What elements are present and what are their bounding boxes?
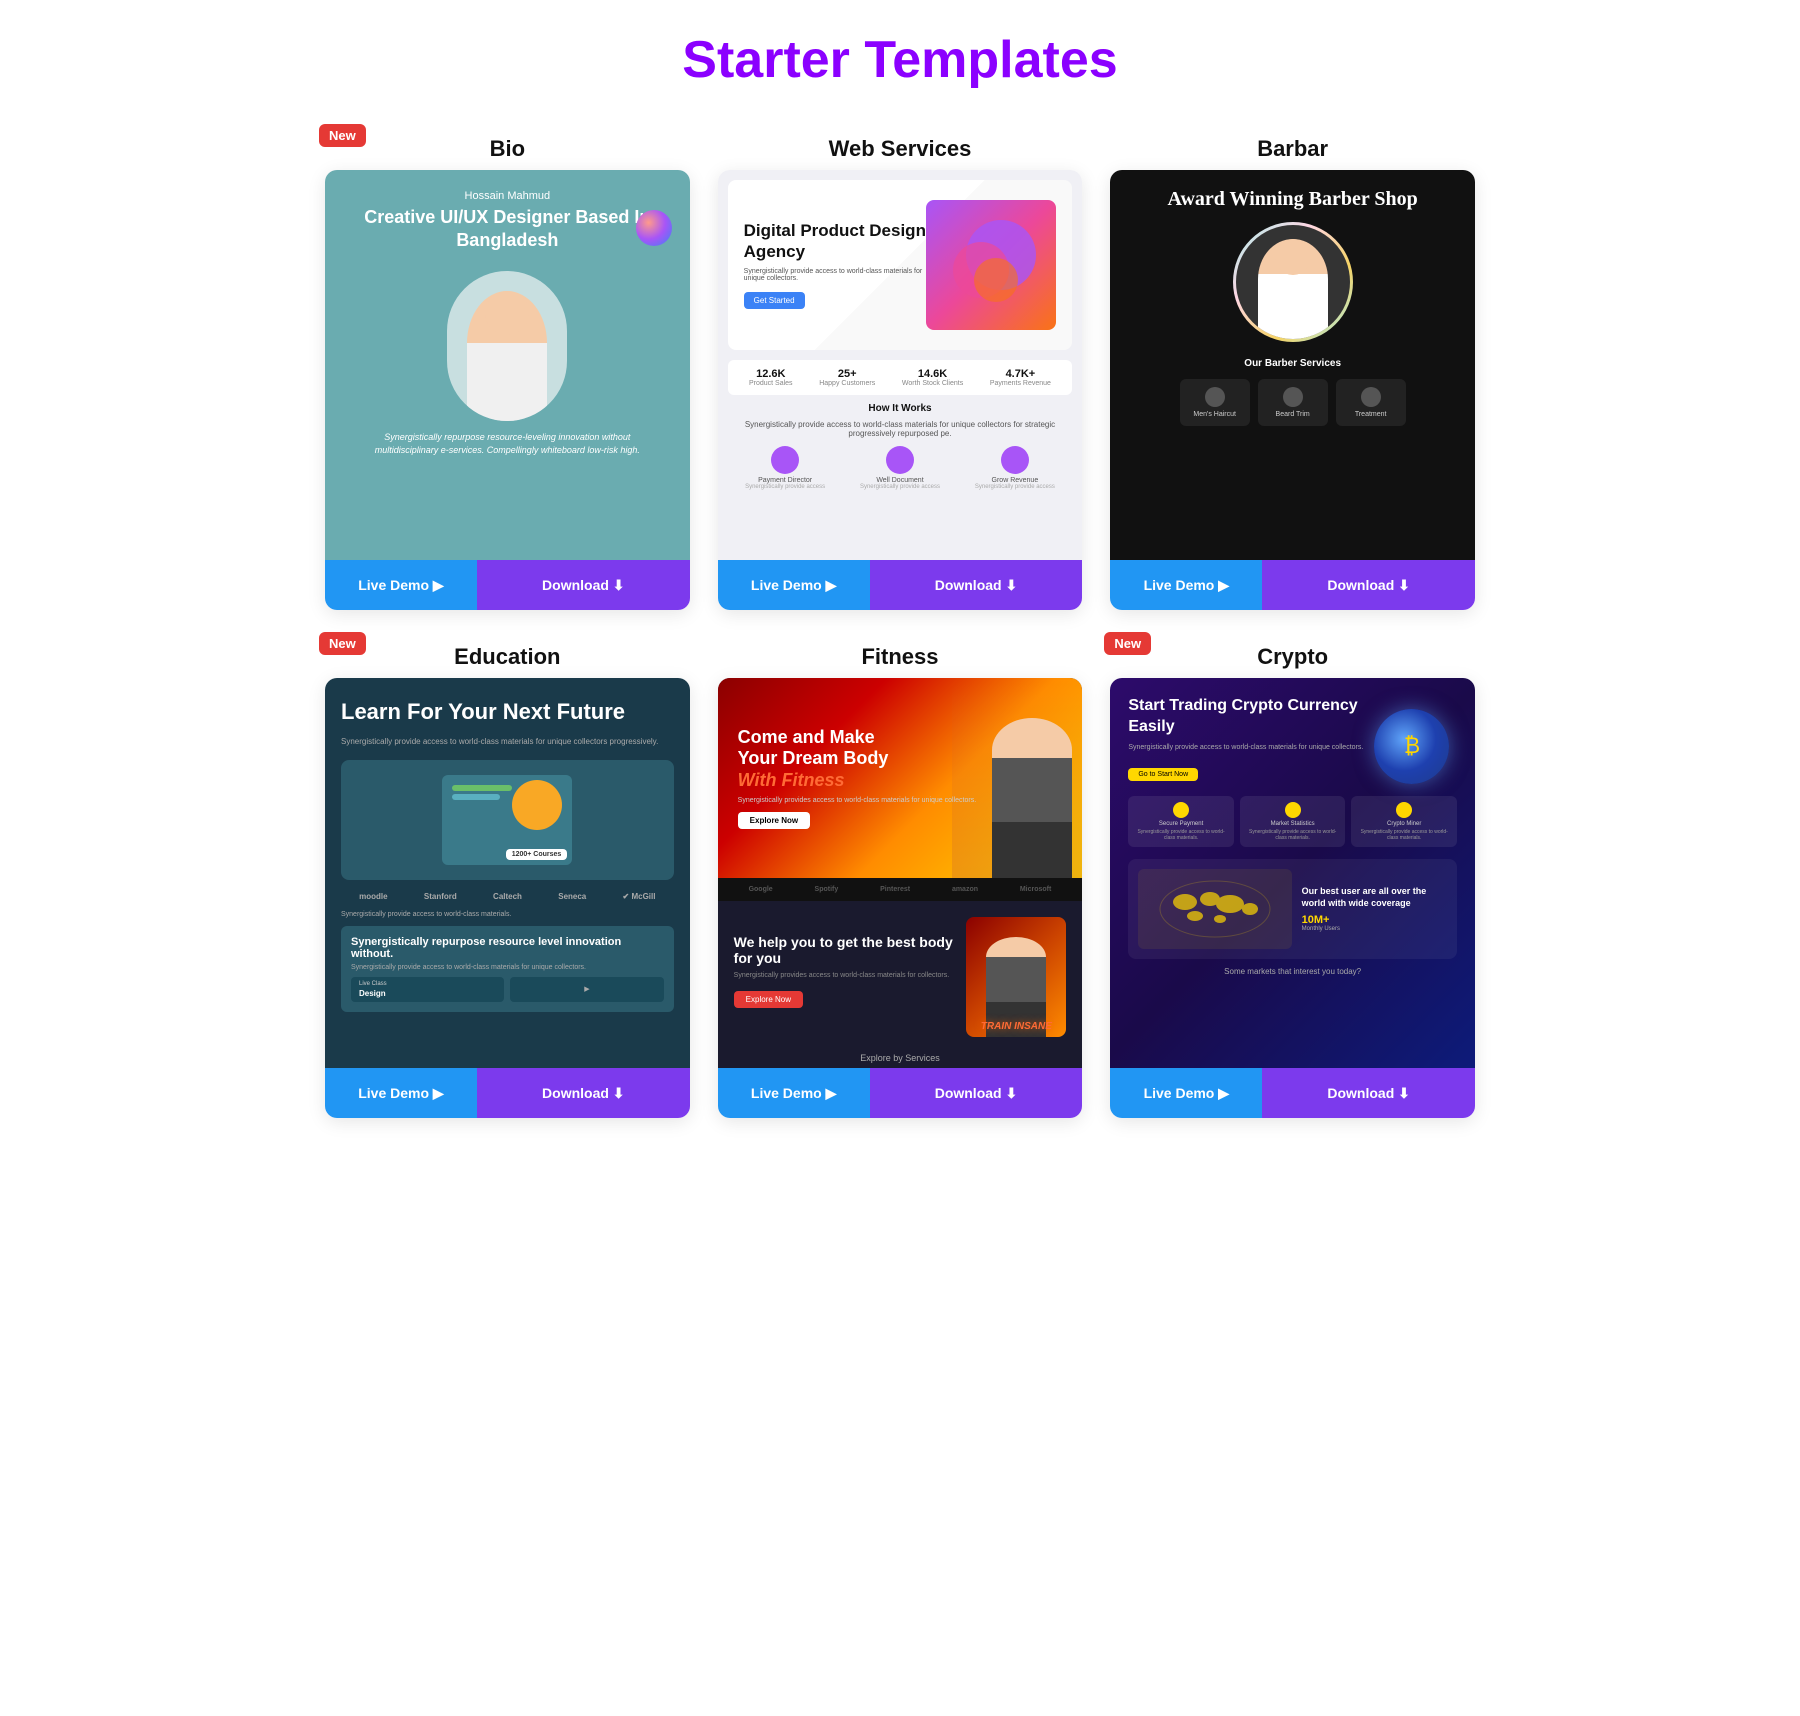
crypto-world-section: Our best user are all over the world wit… <box>1128 859 1457 959</box>
crypto-card-secure: Secure Payment Synergistically provide a… <box>1128 796 1234 847</box>
edu-screen: 1200+ Courses <box>341 760 674 880</box>
page-title: Starter Templates <box>20 30 1780 90</box>
barbar-service-cards: Men's Haircut Beard Trim Treatment <box>1180 379 1406 426</box>
crypto-cta-button[interactable]: Go to Start Now <box>1128 768 1198 781</box>
bio-person-figure <box>467 291 547 421</box>
crypto-card-miner: Crypto Miner Synergistically provide acc… <box>1351 796 1457 847</box>
template-card-barbar: Barbar Award Winning Barber Shop Our Bar… <box>1110 130 1475 610</box>
template-card-education: New Education Learn For Your Next Future… <box>325 638 690 1118</box>
crypto-actions: Live Demo ▶ Download ⬇ <box>1110 1068 1475 1118</box>
fitness-hero-title: Come and MakeYour Dream BodyWith Fitness <box>738 727 976 792</box>
bio-live-demo-button[interactable]: Live Demo ▶ <box>325 560 477 610</box>
beard-icon <box>1283 387 1303 407</box>
template-card-crypto: New Crypto Start Trading Crypto Currency… <box>1110 638 1475 1118</box>
barbar-avatar <box>1236 225 1350 339</box>
bio-avatar <box>447 271 567 421</box>
web-actions: Live Demo ▶ Download ⬇ <box>718 560 1083 610</box>
crypto-card-market: Market Statistics Synergistically provid… <box>1240 796 1346 847</box>
bio-actions: Live Demo ▶ Download ⬇ <box>325 560 690 610</box>
bio-headline: Creative UI/UX Designer Based In Banglad… <box>345 206 670 253</box>
template-card-web-services: Web Services Digital Product Design Agen… <box>718 130 1083 610</box>
crypto-live-demo-button[interactable]: Live Demo ▶ <box>1110 1068 1262 1118</box>
fitness-download-button[interactable]: Download ⬇ <box>870 1068 1083 1118</box>
barbar-headline: Award Winning Barber Shop <box>1168 186 1418 212</box>
barbar-person-figure <box>1258 239 1328 339</box>
crypto-miner-icon <box>1396 802 1412 818</box>
card-title-education: Education <box>454 644 560 669</box>
treatment-icon <box>1361 387 1381 407</box>
barbar-avatar-ring <box>1233 222 1353 342</box>
card-barbar: Award Winning Barber Shop Our Barber Ser… <box>1110 170 1475 610</box>
fitness-bottom-image: TRAIN INSANE <box>966 917 1066 1037</box>
barbar-service-beard: Beard Trim <box>1258 379 1328 426</box>
education-download-button[interactable]: Download ⬇ <box>477 1068 690 1118</box>
fitness-explore: Explore by Services <box>718 1053 1083 1063</box>
card-title-barbar: Barbar <box>1257 136 1328 161</box>
templates-grid: New Bio Hossain Mahmud Creative UI/UX De… <box>325 130 1475 1118</box>
new-badge-bio: New <box>319 124 366 147</box>
crypto-users-count: 10M+ <box>1302 914 1447 926</box>
card-title-web-services: Web Services <box>829 136 972 161</box>
edu-courses-badge: 1200+ Courses <box>506 849 568 860</box>
fitness-download-now-button[interactable]: Explore Now <box>734 991 803 1008</box>
card-title-bio: Bio <box>490 136 525 161</box>
crypto-service-cards: Secure Payment Synergistically provide a… <box>1128 796 1457 847</box>
fitness-actions: Live Demo ▶ Download ⬇ <box>718 1068 1083 1118</box>
web-how-it-works: How It Works <box>728 403 1073 414</box>
crypto-headline: Start Trading Crypto Currency Easily <box>1128 696 1367 738</box>
fitness-bottom: We help you to get the best body for you… <box>718 901 1083 1053</box>
barbar-services-title: Our Barber Services <box>1244 358 1341 369</box>
template-card-bio: New Bio Hossain Mahmud Creative UI/UX De… <box>325 130 690 610</box>
template-card-fitness: Fitness Come and MakeYour Dream BodyWith… <box>718 638 1083 1118</box>
education-live-demo-button[interactable]: Live Demo ▶ <box>325 1068 477 1118</box>
card-education: Learn For Your Next Future Synergistical… <box>325 678 690 1118</box>
web-hero-cta[interactable]: Get Started <box>744 292 805 309</box>
barbar-download-button[interactable]: Download ⬇ <box>1262 560 1475 610</box>
web-hero-title: Digital Product Design Agency <box>744 221 927 262</box>
web-hero-image <box>926 200 1056 330</box>
card-fitness: Come and MakeYour Dream BodyWith Fitness… <box>718 678 1083 1118</box>
barbar-service-haircut: Men's Haircut <box>1180 379 1250 426</box>
haircut-icon <box>1205 387 1225 407</box>
fitness-live-demo-button[interactable]: Live Demo ▶ <box>718 1068 870 1118</box>
card-title-fitness: Fitness <box>861 644 938 669</box>
fitness-bottom-title: We help you to get the best body for you <box>734 934 955 966</box>
education-actions: Live Demo ▶ Download ⬇ <box>325 1068 690 1118</box>
market-stats-icon <box>1285 802 1301 818</box>
edu-logos: moodle Stanford Caltech Seneca ✔ McGill <box>341 892 674 901</box>
crypto-world-title: Our best user are all over the world wit… <box>1302 886 1447 909</box>
new-badge-education: New <box>319 632 366 655</box>
bio-download-button[interactable]: Download ⬇ <box>477 560 690 610</box>
crypto-download-button[interactable]: Download ⬇ <box>1262 1068 1475 1118</box>
web-live-demo-button[interactable]: Live Demo ▶ <box>718 560 870 610</box>
card-web-services: Digital Product Design Agency Synergisti… <box>718 170 1083 610</box>
bio-ball-decoration <box>636 210 672 246</box>
card-crypto: Start Trading Crypto Currency Easily Syn… <box>1110 678 1475 1118</box>
bio-description: Synergistically repurpose resource-level… <box>345 421 670 468</box>
card-title-crypto: Crypto <box>1257 644 1328 669</box>
card-bio: Hossain Mahmud Creative UI/UX Designer B… <box>325 170 690 610</box>
fitness-logos: Google Spotify Pinterest amazon Microsof… <box>718 878 1083 901</box>
fitness-hero: Come and MakeYour Dream BodyWith Fitness… <box>718 678 1083 878</box>
bio-person-name: Hossain Mahmud <box>465 190 551 202</box>
barbar-actions: Live Demo ▶ Download ⬇ <box>1110 560 1475 610</box>
barbar-live-demo-button[interactable]: Live Demo ▶ <box>1110 560 1262 610</box>
fitness-cta-button[interactable]: Explore Now <box>738 812 810 829</box>
crypto-coin-image: ₿ <box>1367 696 1457 796</box>
new-badge-crypto: New <box>1104 632 1151 655</box>
barbar-service-treatment: Treatment <box>1336 379 1406 426</box>
web-download-button[interactable]: Download ⬇ <box>870 560 1083 610</box>
secure-payment-icon <box>1173 802 1189 818</box>
edu-headline: Learn For Your Next Future <box>341 698 674 727</box>
